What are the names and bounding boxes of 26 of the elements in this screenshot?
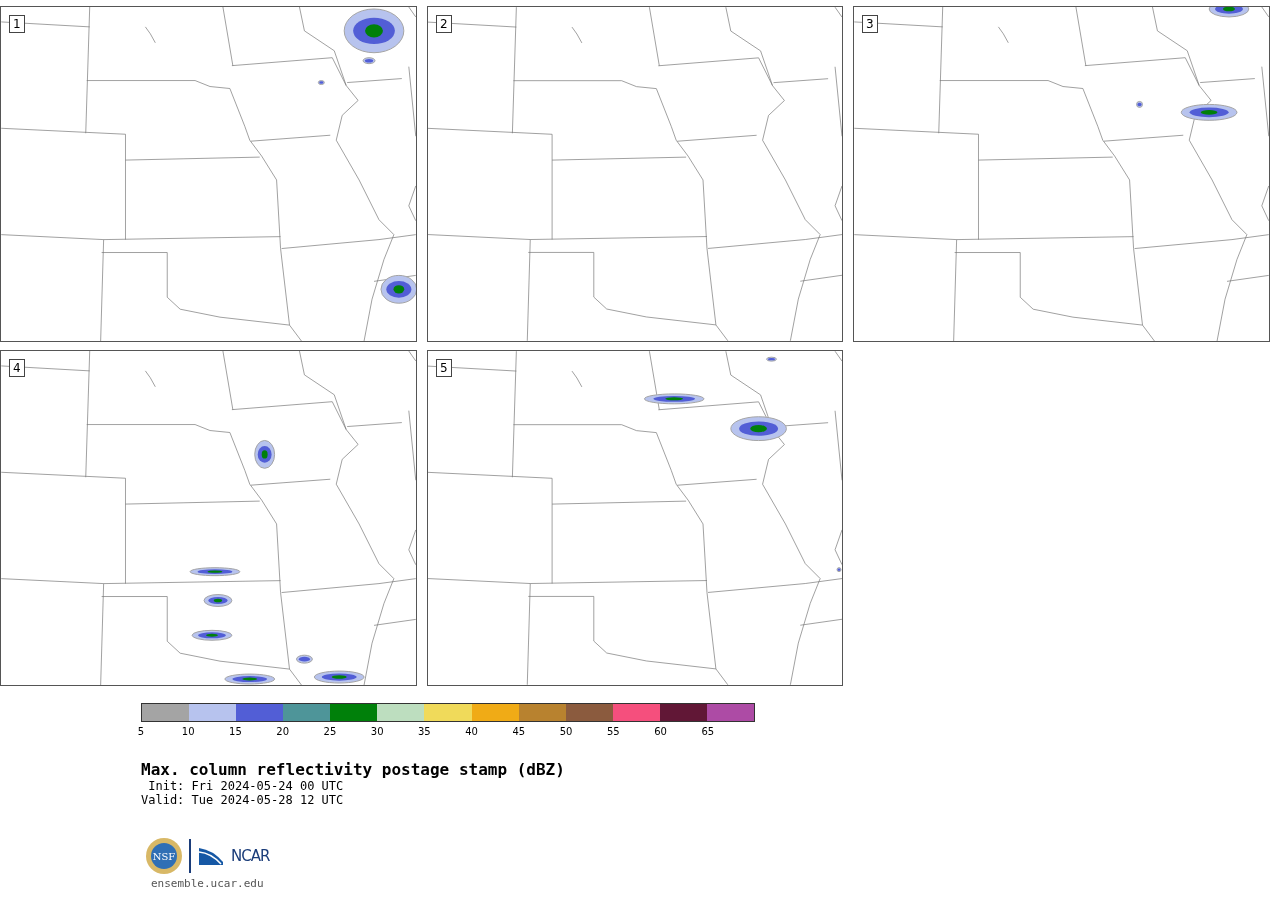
tick-label: 60 [654,725,667,739]
init-time: Init: Fri 2024-05-24 00 UTC [147,779,345,793]
tick-label: 65 [701,725,715,739]
tick-label: 35 [418,725,431,739]
panel-number: 3 [862,15,878,33]
panel-number: 4 [9,359,25,377]
valid-time: Valid: Tue 2024-05-28 12 UTC [141,793,345,807]
footer-url: ensemble.ucar.edu [151,877,265,890]
ncar-logo: NCAR [231,845,270,867]
tick-label: 55 [606,725,620,739]
panel-number: 1 [9,15,25,33]
panel-number: 5 [436,359,452,377]
tick-label: 20 [276,725,290,739]
tick-label: 40 [465,725,478,739]
nsf-logo: NSF [145,837,183,875]
chart-title: Max. column reflectivity postage stamp (dBZ) [141,761,566,779]
tick-label: 25 [323,725,337,739]
tick-label: 50 [559,725,573,739]
tick-label: 30 [370,725,384,739]
tick-label: 5 [137,725,145,739]
tick-label: 10 [181,725,195,739]
panel-number: 2 [436,15,452,33]
tick-label: 45 [512,725,526,739]
logo-divider [189,839,191,873]
tick-label: 15 [229,725,242,739]
arc-icon [197,846,225,866]
